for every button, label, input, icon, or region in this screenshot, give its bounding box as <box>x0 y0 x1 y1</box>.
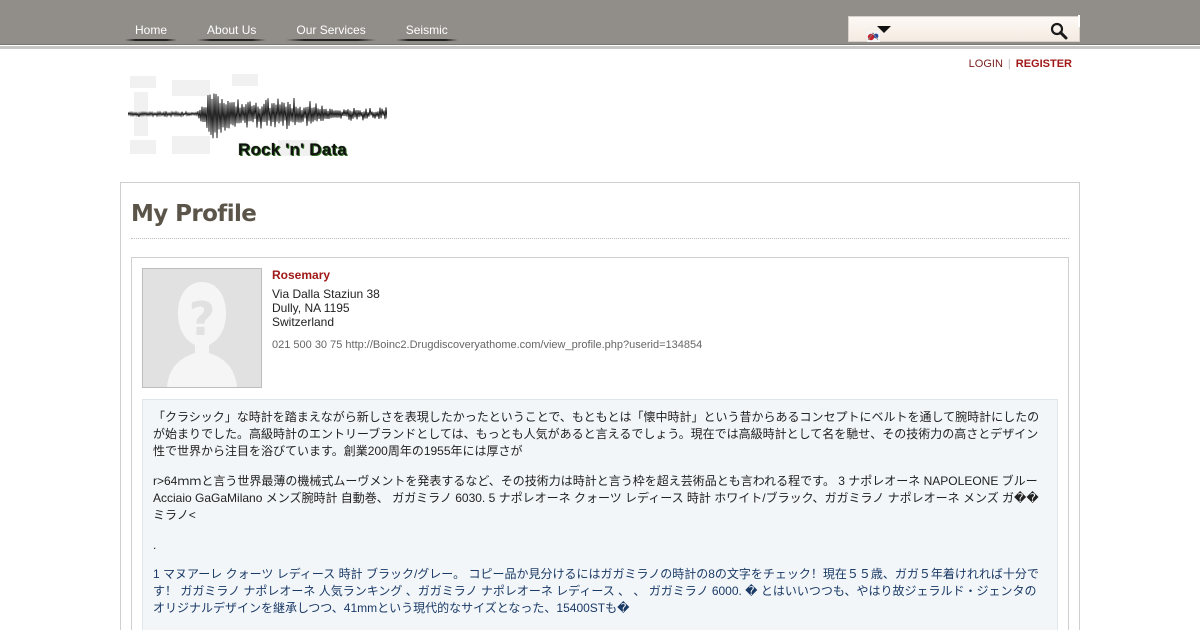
main-nav: Home About Us Our Services Seismic <box>125 20 478 41</box>
bio-paragraph: 「クラシック」な時計を踏まえながら新しさを表現したかったということで、もともとは… <box>153 410 1040 458</box>
bio-paragraph: 1 マヌアーレ クォーツ レディース 時計 ブラック/グレー。 コピー品か見分け… <box>153 567 1039 615</box>
top-navigation-bar: Home About Us Our Services Seismic <box>0 0 1200 45</box>
search-box <box>848 15 1080 42</box>
search-input[interactable] <box>895 20 1045 38</box>
bio-paragraph: r>64ｍｍと言う世界最薄の機械式ムーヴメントを発表するなど、その技術力は時計と… <box>153 474 1039 522</box>
page-title: My Profile <box>131 201 257 227</box>
profile-bio: 「クラシック」な時計を踏まえながら新しさを表現したかったということで、もともとは… <box>142 399 1058 630</box>
logo-text: Rock 'n' Data <box>238 140 347 159</box>
profile-contact: 021 500 30 75 http://Boinc2.Drugdiscover… <box>272 339 703 351</box>
nav-seismic[interactable]: Seismic <box>395 20 458 41</box>
address-line-2: Dully, NA 1195 <box>272 301 350 315</box>
profile-panel: My Profile ? Rosemary Via Dalla Staziun … <box>120 182 1080 630</box>
title-divider <box>131 238 1069 239</box>
search-icon[interactable] <box>1050 22 1068 40</box>
profile-name[interactable]: Rosemary <box>272 268 702 282</box>
svg-text:?: ? <box>189 292 216 346</box>
login-link[interactable]: LOGIN <box>969 58 1003 70</box>
nav-about-us[interactable]: About Us <box>197 20 267 41</box>
address-country: Switzerland <box>272 315 335 329</box>
auth-links: LOGIN | REGISTER <box>969 58 1072 70</box>
nav-home[interactable]: Home <box>125 20 178 41</box>
default-avatar-icon: ? <box>142 268 262 388</box>
nav-our-services[interactable]: Our Services <box>286 20 377 41</box>
search-box-edge <box>1078 15 1080 27</box>
profile-card: ? Rosemary Via Dalla Staziun 38 Dully, N… <box>131 257 1069 630</box>
address-line-1: Via Dalla Staziun 38 <box>272 287 380 301</box>
profile-info: Rosemary Via Dalla Staziun 38 Dully, NA … <box>272 268 702 352</box>
register-link[interactable]: REGISTER <box>1016 58 1072 70</box>
auth-separator: | <box>1007 58 1011 70</box>
nav-divider <box>0 46 1200 49</box>
language-dropdown-chevron-icon[interactable] <box>877 26 891 33</box>
bio-paragraph: . <box>153 538 157 552</box>
site-logo[interactable]: Rock 'n' Data <box>127 68 388 166</box>
